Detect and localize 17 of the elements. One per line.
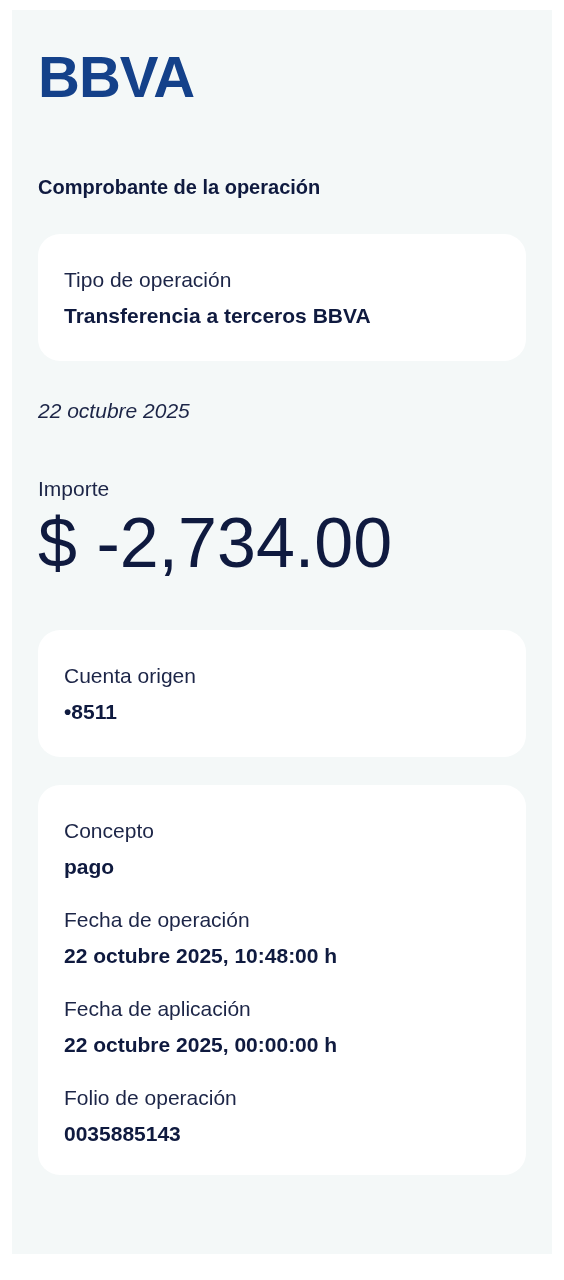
receipt-title: Comprobante de la operación (38, 175, 322, 200)
field-label: Cuenta origen (64, 663, 197, 689)
field-value: 0035885143 (64, 1120, 182, 1147)
field-value: pago (64, 853, 116, 880)
amount-value: $ -2,734.00 (38, 508, 394, 578)
field-value: •8511 (64, 698, 118, 725)
field-label: Folio de operación (64, 1085, 238, 1111)
field-value: 22 octubre 2025, 00:00:00 h (64, 1031, 339, 1058)
field-label: Fecha de operación (64, 907, 251, 933)
logo: BBVA (38, 48, 196, 106)
field-label: Fecha de aplicación (64, 996, 252, 1022)
field-label: Concepto (64, 818, 155, 844)
amount-label: Importe (38, 475, 111, 502)
field-value: Transferencia a terceros BBVA (64, 302, 372, 329)
operation-date: 22 octubre 2025 (38, 398, 191, 424)
field-value: 22 octubre 2025, 10:48:00 h (64, 942, 339, 969)
field-label: Tipo de operación (64, 267, 233, 293)
